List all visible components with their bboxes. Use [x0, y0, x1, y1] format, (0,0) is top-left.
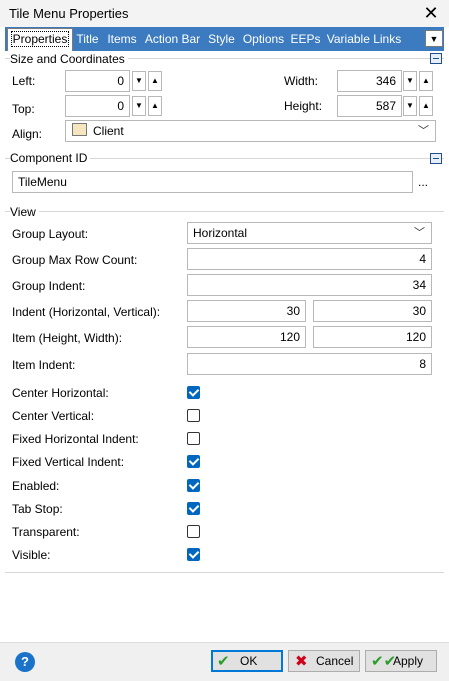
collapse-icon[interactable] [430, 153, 442, 164]
window-title: Tile Menu Properties [9, 6, 129, 21]
align-label: Align: [12, 127, 43, 141]
item-width-input[interactable]: 120 [313, 326, 432, 348]
group-layout-label: Group Layout: [12, 227, 89, 241]
transparent-checkbox[interactable] [187, 525, 200, 538]
enabled-label: Enabled: [12, 479, 60, 493]
visible-checkbox[interactable] [187, 548, 200, 561]
center-horizontal-checkbox[interactable] [187, 386, 200, 399]
group-layout-value: Horizontal [193, 226, 248, 240]
x-icon: ✖ [295, 653, 308, 670]
left-label: Left: [12, 74, 36, 88]
chevron-down-icon: ﹀ [414, 227, 425, 239]
center-horizontal-label: Center Horizontal: [12, 386, 109, 400]
item-indent-label: Item Indent: [12, 358, 76, 372]
component-id-input[interactable]: TileMenu [12, 171, 413, 193]
center-vertical-label: Center Vertical: [12, 409, 95, 423]
close-icon[interactable]: ✕ [420, 1, 442, 25]
height-spin-down-icon[interactable]: ▼ [403, 96, 417, 116]
tab-dropdown-icon[interactable]: ▼ [425, 30, 443, 47]
size-coords-title: Size and Coordinates [10, 52, 128, 66]
ok-label: OK [240, 654, 258, 668]
tab-title[interactable]: Title [73, 29, 102, 49]
tab-style[interactable]: Style [206, 29, 237, 49]
cancel-button[interactable]: ✖ Cancel [288, 650, 360, 672]
item-height-input[interactable]: 120 [187, 326, 306, 348]
view-divider [5, 211, 444, 212]
tab-stop-checkbox[interactable] [187, 502, 200, 515]
apply-label: Apply [393, 654, 424, 668]
max-row-label: Group Max Row Count: [12, 253, 138, 267]
tab-action-bar[interactable]: Action Bar [142, 29, 203, 49]
left-input[interactable]: 0 [65, 70, 130, 92]
item-size-label: Item (Height, Width): [12, 331, 123, 345]
apply-button[interactable]: ✔✔ Apply [365, 650, 437, 672]
tab-properties[interactable]: Properties [7, 28, 73, 51]
center-vertical-checkbox[interactable] [187, 409, 200, 422]
max-row-input[interactable]: 4 [187, 248, 432, 270]
fixed-horizontal-indent-checkbox[interactable] [187, 432, 200, 445]
ok-button[interactable]: ✔ OK [211, 650, 283, 672]
indent-vertical-input[interactable]: 30 [313, 300, 432, 322]
cancel-label: Cancel [316, 654, 354, 668]
visible-label: Visible: [12, 548, 51, 562]
ellipsis-button[interactable]: ... [418, 175, 428, 189]
indent-label: Indent (Horizontal, Vertical): [12, 305, 161, 319]
view-title: View [10, 205, 39, 219]
indent-horizontal-input[interactable]: 30 [187, 300, 306, 322]
group-indent-input[interactable]: 34 [187, 274, 432, 296]
enabled-checkbox[interactable] [187, 479, 200, 492]
top-spin-down-icon[interactable]: ▼ [132, 96, 146, 116]
width-spin-down-icon[interactable]: ▼ [403, 71, 417, 91]
panel-divider [5, 572, 444, 573]
align-value: Client [93, 124, 124, 138]
height-label: Height: [284, 99, 323, 113]
height-spin-up-icon[interactable]: ▲ [419, 96, 433, 116]
align-select[interactable]: Client ﹀ [65, 120, 436, 142]
top-label: Top: [12, 102, 35, 116]
tab-strip: Properties Title Items Action Bar Style … [5, 27, 444, 51]
help-icon[interactable]: ? [15, 652, 35, 672]
transparent-label: Transparent: [12, 525, 80, 539]
group-layout-select[interactable]: Horizontal ﹀ [187, 222, 432, 244]
fixed-vertical-indent-label: Fixed Vertical Indent: [12, 455, 125, 469]
top-input[interactable]: 0 [65, 95, 130, 117]
tab-options[interactable]: Options [240, 29, 287, 49]
width-spin-up-icon[interactable]: ▲ [419, 71, 433, 91]
component-title: Component ID [10, 151, 91, 165]
fixed-vertical-indent-checkbox[interactable] [187, 455, 200, 468]
left-spin-down-icon[interactable]: ▼ [132, 71, 146, 91]
tab-stop-label: Tab Stop: [12, 502, 63, 516]
width-label: Width: [284, 74, 319, 88]
chevron-down-icon: ﹀ [418, 125, 429, 137]
color-swatch-icon [72, 123, 87, 136]
fixed-horizontal-indent-label: Fixed Horizontal Indent: [12, 432, 139, 446]
group-indent-label: Group Indent: [12, 279, 86, 293]
item-indent-input[interactable]: 8 [187, 353, 432, 375]
tab-variable-links[interactable]: Variable Links [324, 29, 404, 49]
checkmark-icon: ✔ [217, 653, 230, 670]
left-spin-up-icon[interactable]: ▲ [148, 71, 162, 91]
collapse-icon[interactable] [430, 53, 442, 64]
tab-items[interactable]: Items [105, 29, 139, 49]
height-input[interactable]: 587 [337, 95, 402, 117]
width-input[interactable]: 346 [337, 70, 402, 92]
top-spin-up-icon[interactable]: ▲ [148, 96, 162, 116]
tab-eeps[interactable]: EEPs [290, 29, 321, 49]
